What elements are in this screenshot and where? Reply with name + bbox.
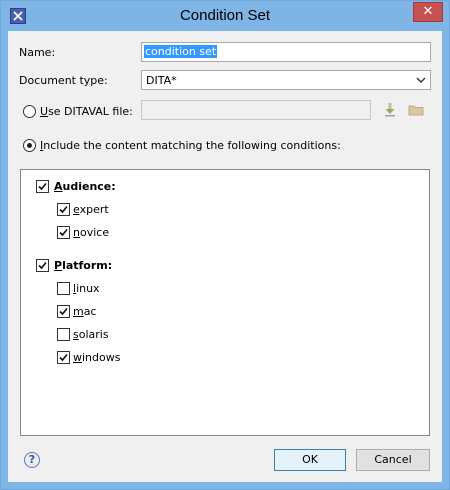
cancel-button[interactable]: Cancel	[356, 449, 430, 471]
include-conditions-radio[interactable]	[23, 139, 36, 152]
expert-label: expert	[73, 203, 109, 216]
mac-checkbox[interactable]	[57, 305, 70, 318]
platform-label: Platform:	[54, 259, 113, 272]
novice-checkbox[interactable]	[57, 226, 70, 239]
mac-label: mac	[73, 305, 97, 318]
folder-icon[interactable]	[407, 101, 425, 119]
solaris-checkbox[interactable]	[57, 328, 70, 341]
help-icon[interactable]: ?	[24, 452, 40, 468]
document-type-select[interactable]: DITA*	[141, 70, 431, 90]
close-button[interactable]: ✕	[413, 2, 443, 22]
linux-label: linux	[73, 282, 100, 295]
document-type-value: DITA*	[146, 74, 177, 87]
dialog-window: Condition Set ✕ Name: condition set Docu…	[0, 0, 450, 490]
document-type-label: Document type:	[19, 74, 108, 87]
conditions-panel: Audience: expert novice Platform: linux …	[20, 169, 430, 436]
name-label: Name:	[19, 46, 56, 59]
include-conditions-label: Include the content matching the followi…	[40, 139, 341, 152]
download-icon[interactable]	[381, 101, 399, 119]
chevron-down-icon	[416, 75, 426, 88]
window-title: Condition Set	[179, 7, 271, 24]
title-bar[interactable]: Condition Set ✕	[1, 1, 449, 31]
ditaval-file-input[interactable]	[141, 100, 371, 120]
use-ditaval-label: Use DITAVAL file:	[40, 105, 133, 118]
close-icon: ✕	[422, 4, 434, 19]
audience-checkbox[interactable]	[36, 180, 49, 193]
dialog-content: Name: condition set Document type: DITA*…	[8, 31, 442, 482]
linux-checkbox[interactable]	[57, 282, 70, 295]
windows-checkbox[interactable]	[57, 351, 70, 364]
name-input-value: condition set	[144, 45, 218, 58]
platform-checkbox[interactable]	[36, 259, 49, 272]
name-input[interactable]: condition set	[141, 42, 431, 62]
expert-checkbox[interactable]	[57, 203, 70, 216]
windows-label: windows	[73, 351, 121, 364]
solaris-label: solaris	[73, 328, 109, 341]
use-ditaval-radio[interactable]	[23, 105, 36, 118]
audience-label: Audience:	[54, 180, 116, 193]
novice-label: novice	[73, 226, 110, 239]
ok-button[interactable]: OK	[274, 449, 346, 471]
